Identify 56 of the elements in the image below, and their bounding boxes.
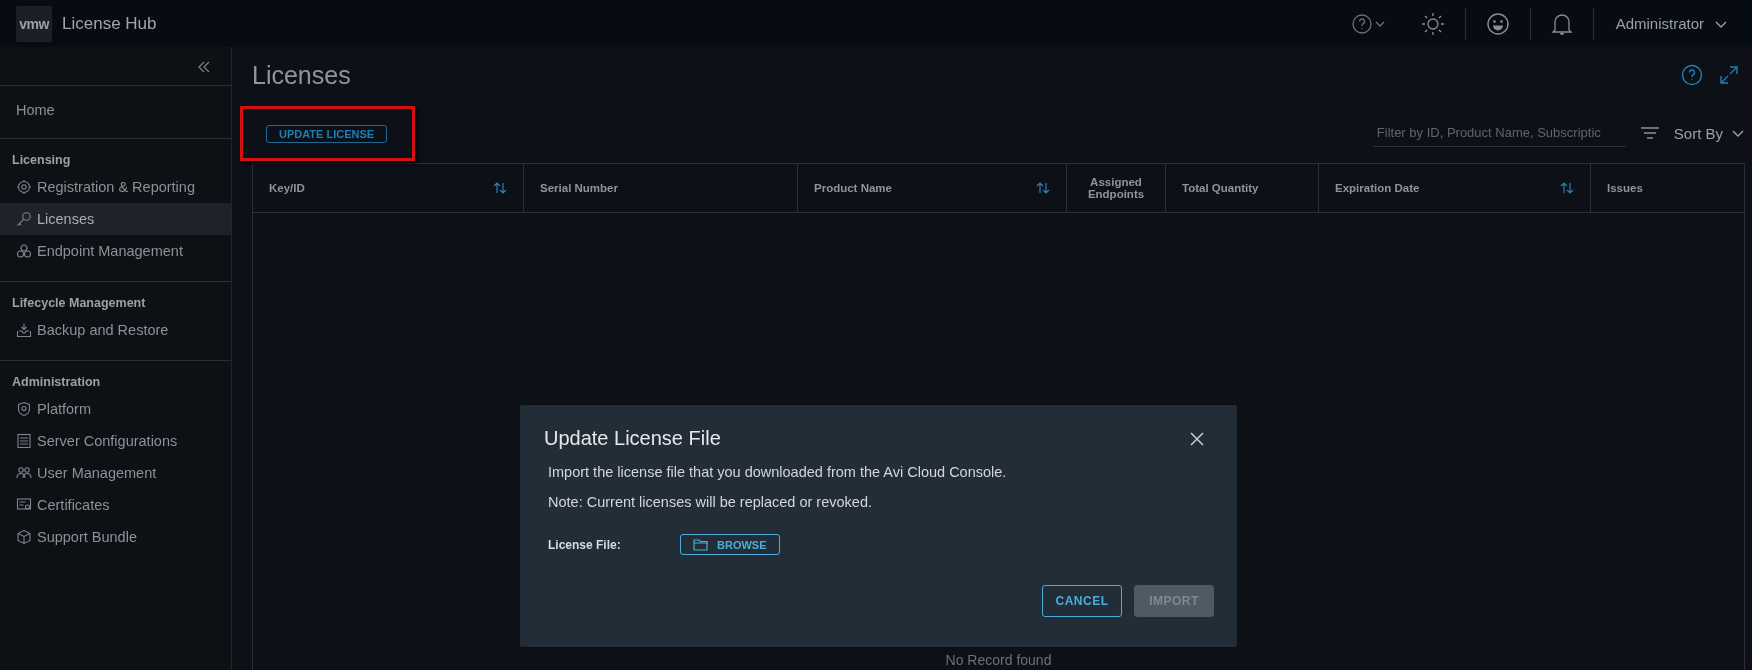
column-header[interactable]: Product Name — [814, 182, 892, 194]
user-menu[interactable]: Administrator — [1615, 15, 1704, 32]
nav-item[interactable]: Home — [0, 94, 231, 126]
nav-item[interactable]: Certificates — [0, 489, 231, 521]
nav-item[interactable]: Endpoint Management — [0, 235, 231, 267]
empty-message: No Record found — [945, 652, 1052, 668]
nav-item[interactable]: Server Configurations — [0, 425, 231, 457]
field-label: License File: — [548, 537, 622, 552]
close-icon[interactable] — [1189, 430, 1205, 447]
sun-icon[interactable] — [1420, 11, 1445, 36]
nav-item[interactable]: Platform — [0, 393, 231, 425]
box-icon — [16, 529, 32, 545]
cubes-icon — [16, 243, 32, 259]
browse-button[interactable]: BROWSE — [680, 534, 780, 555]
sort-icon[interactable] — [1036, 182, 1050, 194]
nav-item[interactable]: Licenses — [0, 203, 231, 235]
users-icon — [16, 465, 32, 481]
column-header[interactable]: Serial Number — [540, 182, 618, 194]
section-heading: Lifecycle Management — [11, 295, 147, 312]
tray-icon — [16, 322, 32, 338]
collapse-icon[interactable] — [197, 61, 211, 73]
caret-icon[interactable] — [1731, 128, 1745, 138]
gear-icon — [16, 179, 32, 195]
dialog-text: Import the license file that you downloaded from the Avi Cloud Console. — [548, 464, 1008, 480]
update-license-button[interactable]: UPDATE LICENSE — [266, 124, 388, 143]
page-title: Licenses — [252, 60, 351, 90]
smiley-icon[interactable] — [1485, 11, 1510, 36]
nav-item[interactable]: User Management — [0, 457, 231, 489]
expand-icon[interactable] — [1719, 65, 1739, 85]
certificate-icon — [16, 497, 32, 513]
folder-icon — [693, 538, 709, 551]
filter-icon[interactable] — [1639, 126, 1660, 140]
filter-field[interactable]: Filter by ID, Product Name, Subscriptic — [1372, 119, 1626, 147]
dialog-title: Update License File — [544, 427, 721, 450]
sort-icon[interactable] — [493, 182, 507, 194]
nav-item[interactable]: Backup and Restore — [0, 314, 231, 346]
column-header[interactable]: Total Quantity — [1182, 182, 1259, 194]
dialog-button[interactable]: CANCEL — [1042, 585, 1122, 617]
shield-icon — [16, 401, 32, 417]
logo: vmw — [16, 5, 52, 42]
key-icon — [16, 211, 32, 227]
column-header[interactable]: Key/ID — [269, 182, 305, 194]
help-icon[interactable] — [1681, 64, 1703, 86]
column-header[interactable]: Issues — [1607, 182, 1643, 194]
sort-dropdown[interactable]: Sort By — [1673, 124, 1723, 142]
nav-item[interactable]: Registration & Reporting — [0, 171, 231, 203]
nav-item[interactable]: Support Bundle — [0, 521, 231, 553]
column-header[interactable]: Expiration Date — [1335, 182, 1420, 194]
section-heading: Licensing — [11, 152, 72, 169]
section-heading: Administration — [11, 374, 102, 391]
bell-icon[interactable] — [1550, 11, 1573, 36]
app-title: License Hub — [62, 13, 157, 34]
column-header[interactable]: Assigned Endpoints — [1083, 176, 1149, 200]
sort-icon[interactable] — [1560, 182, 1574, 194]
dialog-text: Note: Current licenses will be replaced or revoked. — [548, 494, 873, 510]
server-icon — [16, 433, 32, 449]
